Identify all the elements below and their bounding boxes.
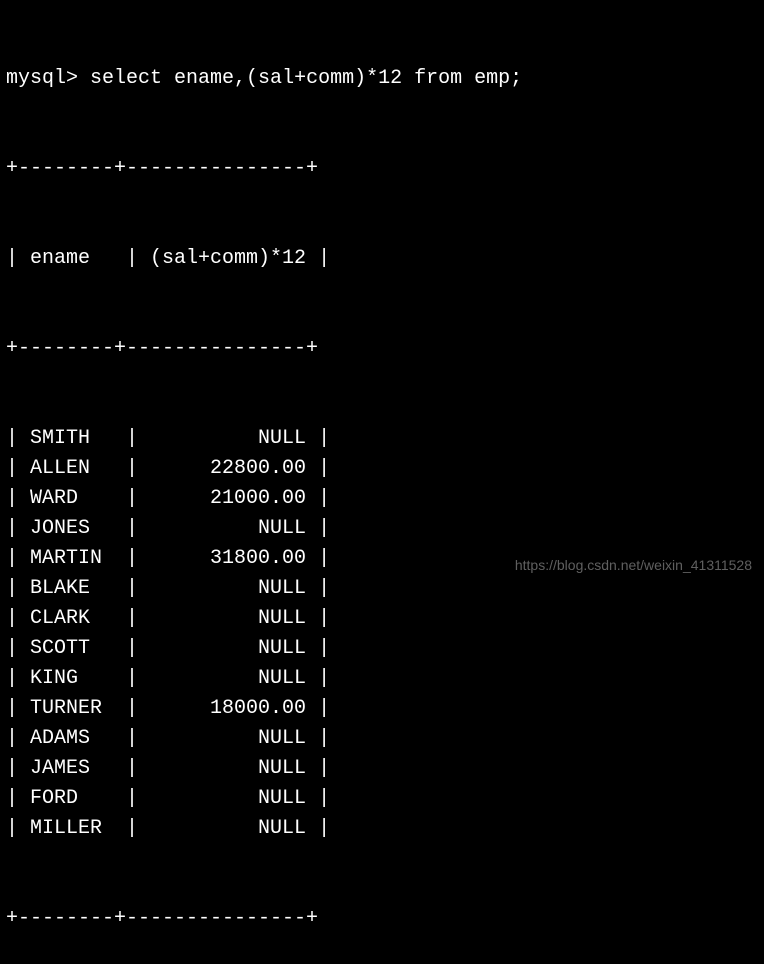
- cell-ename: SCOTT: [30, 634, 126, 664]
- table-divider-mid: +--------+---------------+: [6, 334, 758, 364]
- table-divider-bot: +--------+---------------+: [6, 904, 758, 934]
- cell-ename: TURNER: [30, 694, 126, 724]
- cell-value: 18000.00: [138, 694, 306, 724]
- watermark-text: https://blog.csdn.net/weixin_41311528: [515, 555, 752, 576]
- cell-value: 22800.00: [138, 454, 306, 484]
- cell-value: NULL: [138, 724, 306, 754]
- cell-value: 31800.00: [138, 544, 306, 574]
- table-row: | CLARK | NULL |: [6, 604, 758, 634]
- cell-ename: BLAKE: [30, 574, 126, 604]
- space: [78, 64, 90, 94]
- cell-ename: KING: [30, 664, 126, 694]
- cell-value: 21000.00: [138, 484, 306, 514]
- table-body: | SMITH | NULL || ALLEN | 22800.00 || WA…: [6, 424, 758, 844]
- table-row: | SCOTT | NULL |: [6, 634, 758, 664]
- cell-ename: ALLEN: [30, 454, 126, 484]
- table-row: | WARD | 21000.00 |: [6, 484, 758, 514]
- mysql-prompt: mysql>: [6, 64, 78, 94]
- terminal-output: mysql> select ename,(sal+comm)*12 from e…: [6, 4, 758, 964]
- cell-ename: JONES: [30, 514, 126, 544]
- table-divider-top: +--------+---------------+: [6, 154, 758, 184]
- cell-ename: SMITH: [30, 424, 126, 454]
- column-header-calc: (sal+comm)*12: [138, 244, 306, 274]
- table-row: | JONES | NULL |: [6, 514, 758, 544]
- cell-value: NULL: [138, 754, 306, 784]
- cell-value: NULL: [138, 574, 306, 604]
- cell-value: NULL: [138, 514, 306, 544]
- table-row: | TURNER | 18000.00 |: [6, 694, 758, 724]
- sql-query: select ename,(sal+comm)*12 from emp;: [90, 64, 522, 94]
- cell-value: NULL: [138, 604, 306, 634]
- table-header-row: | ename|(sal+comm)*12 |: [6, 244, 758, 274]
- table-row: | FORD | NULL |: [6, 784, 758, 814]
- cell-ename: ADAMS: [30, 724, 126, 754]
- cell-ename: FORD: [30, 784, 126, 814]
- table-row: | BLAKE | NULL |: [6, 574, 758, 604]
- cell-ename: WARD: [30, 484, 126, 514]
- table-row: | ALLEN | 22800.00 |: [6, 454, 758, 484]
- column-header-ename: ename: [30, 244, 126, 274]
- table-row: | MILLER | NULL |: [6, 814, 758, 844]
- cell-value: NULL: [138, 634, 306, 664]
- cell-ename: CLARK: [30, 604, 126, 634]
- cell-value: NULL: [138, 664, 306, 694]
- cell-value: NULL: [138, 424, 306, 454]
- table-row: | JAMES | NULL |: [6, 754, 758, 784]
- prompt-line: mysql> select ename,(sal+comm)*12 from e…: [6, 64, 758, 94]
- cell-ename: MILLER: [30, 814, 126, 844]
- cell-value: NULL: [138, 784, 306, 814]
- cell-ename: JAMES: [30, 754, 126, 784]
- cell-value: NULL: [138, 814, 306, 844]
- cell-ename: MARTIN: [30, 544, 126, 574]
- table-row: | SMITH | NULL |: [6, 424, 758, 454]
- table-row: | ADAMS | NULL |: [6, 724, 758, 754]
- table-row: | KING | NULL |: [6, 664, 758, 694]
